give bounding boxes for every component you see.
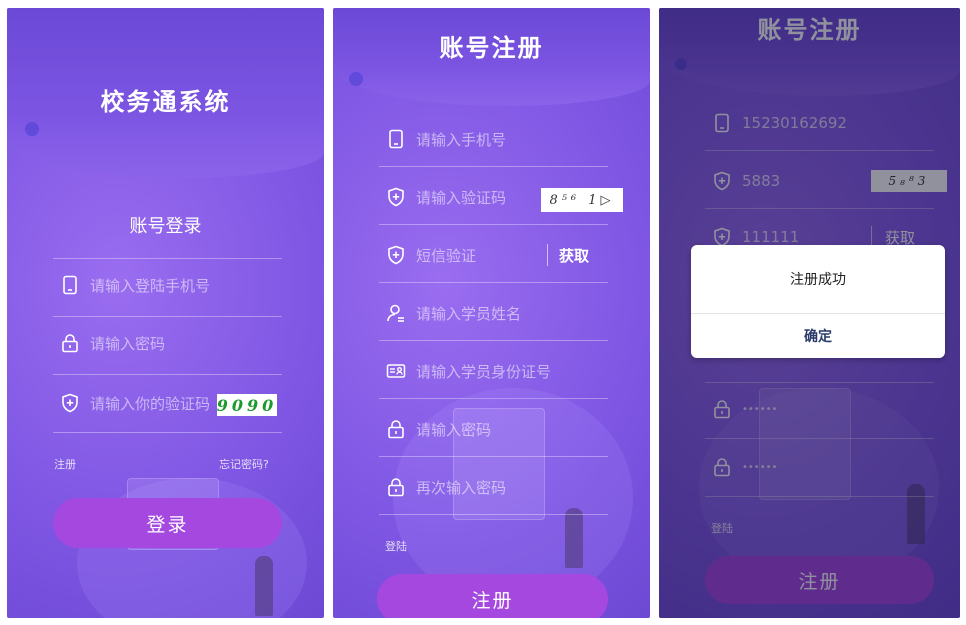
sms-placeholder: 短信验证 xyxy=(416,246,477,265)
success-dialog: 注册成功 确定 xyxy=(691,245,945,358)
phone-icon xyxy=(59,274,81,296)
id-number-field[interactable]: 请输入学员身份证号 xyxy=(385,360,551,382)
decor-dot xyxy=(349,72,363,86)
captcha-image[interactable]: 9090 xyxy=(217,394,277,416)
phone-placeholder: 请输入登陆手机号 xyxy=(90,276,211,295)
login-screen: 校务通系统 账号登录 请输入登陆手机号 请输入密码 请输入你的验证码 9090 … xyxy=(7,8,324,618)
login-button[interactable]: 登录 xyxy=(53,498,282,548)
repeat-password-field[interactable]: 再次输入密码 xyxy=(385,476,506,498)
captcha-field[interactable]: 请输入验证码 xyxy=(385,186,506,208)
shield-plus-icon xyxy=(385,186,407,208)
divider xyxy=(379,224,608,225)
password-placeholder: 请输入密码 xyxy=(90,334,166,353)
person-illustration xyxy=(255,556,273,616)
captcha-image[interactable]: 8⁵⁶ 1▷ xyxy=(541,188,623,212)
name-placeholder: 请输入学员姓名 xyxy=(416,304,522,323)
get-separator xyxy=(547,244,548,266)
forgot-password-link[interactable]: 忘记密码? xyxy=(219,456,269,472)
divider xyxy=(379,340,608,341)
lock-icon xyxy=(385,476,407,498)
login-link[interactable]: 登陆 xyxy=(385,538,407,554)
lock-icon xyxy=(385,418,407,440)
register-title: 账号注册 xyxy=(439,34,544,62)
captcha-placeholder: 请输入验证码 xyxy=(416,188,507,207)
password-field[interactable]: 请输入密码 xyxy=(59,332,165,354)
captcha-field[interactable]: 请输入你的验证码 xyxy=(59,392,210,414)
shield-plus-icon xyxy=(59,392,81,414)
register-screen: 账号注册 请输入手机号 请输入验证码 8⁵⁶ 1▷ 短信验证 获取 请输入学员姓… xyxy=(333,8,650,618)
phone-icon xyxy=(385,128,407,150)
dialog-ok-button[interactable]: 确定 xyxy=(691,314,945,358)
password-field[interactable]: 请输入密码 xyxy=(385,418,491,440)
user-icon xyxy=(385,302,407,324)
divider xyxy=(53,432,282,433)
divider xyxy=(53,374,282,375)
divider xyxy=(379,456,608,457)
divider xyxy=(379,282,608,283)
student-name-field[interactable]: 请输入学员姓名 xyxy=(385,302,521,324)
id-card-icon xyxy=(385,360,407,382)
register-success-screen: 账号注册 15230162692 5883 5₈⁸3 111111 获取 •••… xyxy=(659,8,960,618)
person-illustration xyxy=(565,508,583,568)
divider xyxy=(379,166,608,167)
register-button[interactable]: 注册 xyxy=(377,574,608,618)
get-sms-button[interactable]: 获取 xyxy=(559,245,589,266)
phone-placeholder: 请输入手机号 xyxy=(416,130,507,149)
phone-field[interactable]: 请输入手机号 xyxy=(385,128,506,150)
divider xyxy=(53,316,282,317)
dialog-message: 注册成功 xyxy=(691,245,945,314)
phone-field[interactable]: 请输入登陆手机号 xyxy=(59,274,210,296)
id-placeholder: 请输入学员身份证号 xyxy=(416,362,552,381)
app-title: 校务通系统 xyxy=(100,88,231,116)
repeat-password-placeholder: 再次输入密码 xyxy=(416,478,507,497)
login-subtitle: 账号登录 xyxy=(129,216,202,237)
sms-code-field[interactable]: 短信验证 xyxy=(385,244,476,266)
captcha-placeholder: 请输入你的验证码 xyxy=(90,394,211,413)
divider xyxy=(379,514,608,515)
divider xyxy=(53,258,282,259)
password-placeholder: 请输入密码 xyxy=(416,420,492,439)
decor-dot xyxy=(25,122,39,136)
shield-plus-icon xyxy=(385,244,407,266)
lock-icon xyxy=(59,332,81,354)
register-link[interactable]: 注册 xyxy=(54,456,76,472)
